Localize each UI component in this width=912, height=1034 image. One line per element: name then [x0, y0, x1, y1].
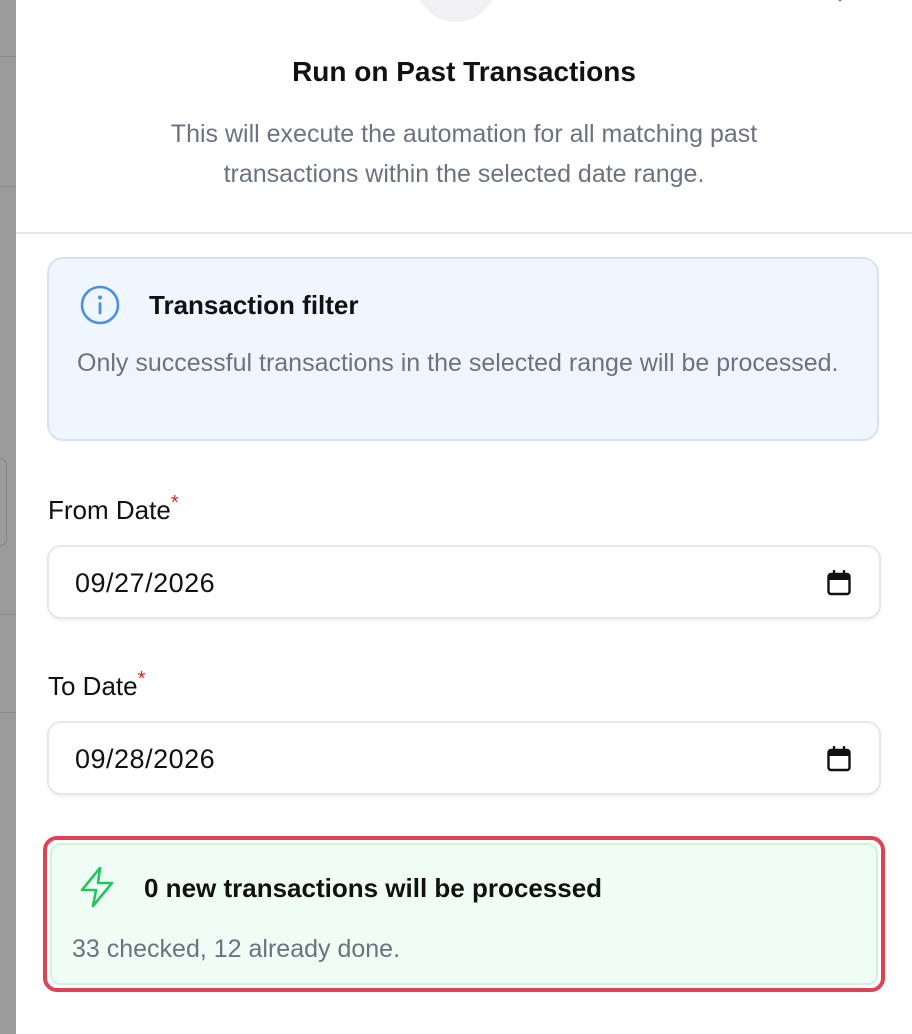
header-divider [16, 232, 912, 234]
from-date-label-text: From Date [48, 495, 171, 525]
info-icon [80, 285, 120, 325]
to-date-label-text: To Date [48, 671, 138, 701]
backdrop-divider [0, 712, 16, 713]
from-date-value: 09/27/2026 [75, 568, 216, 598]
required-indicator: * [170, 492, 179, 514]
dialog-subtitle: This will execute the automation for all… [170, 120, 758, 188]
required-indicator: * [137, 668, 146, 690]
from-date-label: From Date* [48, 492, 179, 531]
lightning-icon [80, 866, 114, 908]
calendar-icon[interactable] [827, 570, 851, 596]
run-past-transactions-dialog: Run on Past Transactions This will execu… [16, 0, 912, 1034]
close-icon[interactable] [822, 0, 858, 12]
backdrop-element [0, 458, 7, 546]
info-title: Transaction filter [149, 290, 359, 320]
summary-title: 0 new transactions will be processed [144, 873, 603, 903]
to-date-value: 09/28/2026 [75, 744, 216, 774]
transaction-filter-notice: Transaction filter Only successful trans… [47, 257, 879, 441]
from-date-input[interactable]: 09/27/2026 [47, 545, 881, 619]
calendar-icon[interactable] [827, 746, 851, 772]
modal-backdrop[interactable] [0, 0, 16, 1034]
backdrop-divider [0, 186, 16, 187]
summary-details: 33 checked, 12 already done. [72, 935, 401, 963]
backdrop-divider [0, 56, 16, 57]
to-date-input[interactable]: 09/28/2026 [47, 721, 881, 795]
processing-summary: 0 new transactions will be processed 33 … [50, 843, 878, 985]
dialog-title: Run on Past Transactions [292, 56, 636, 87]
info-text: Only successful transactions in the sele… [77, 349, 839, 377]
to-date-label: To Date* [48, 668, 145, 707]
backdrop-divider [0, 614, 16, 615]
header-icon-circle [416, 0, 496, 22]
processing-summary-highlight: 0 new transactions will be processed 33 … [43, 836, 885, 992]
